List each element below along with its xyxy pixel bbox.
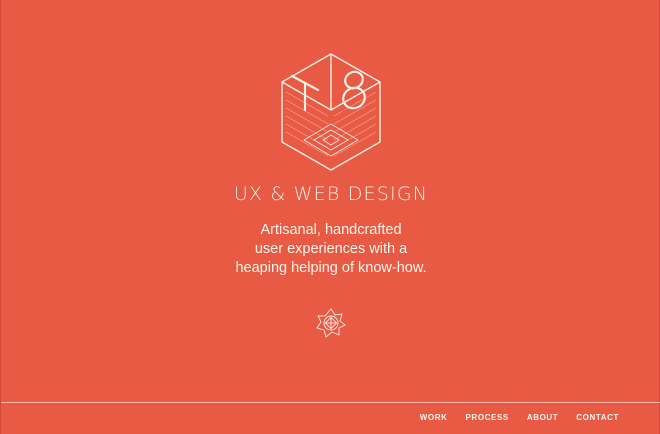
ornamental-star-emblem-icon [316,308,346,338]
footer-nav: WORK PROCESS ABOUT CONTACT [420,413,619,422]
nav-link-contact[interactable]: CONTACT [576,413,619,422]
hero-tagline: UX & WEB DESIGN [233,183,429,205]
hero-intro: Artisanal, handcrafted user experiences … [1,221,660,278]
landing-page: UX & WEB DESIGN Artisanal, handcrafted u… [0,0,660,434]
footer-divider [1,402,660,403]
intro-line: Artisanal, handcrafted [260,222,402,238]
isometric-cube-logo-icon [281,53,381,171]
nav-link-work[interactable]: WORK [420,413,448,422]
intro-line: user experiences with a [254,241,408,257]
intro-line: heaping helping of know-how. [235,260,427,276]
t8-cube-logo[interactable] [278,52,384,172]
ornamental-emblem [316,308,346,338]
nav-link-about[interactable]: ABOUT [527,413,558,422]
nav-link-process[interactable]: PROCESS [466,413,509,422]
